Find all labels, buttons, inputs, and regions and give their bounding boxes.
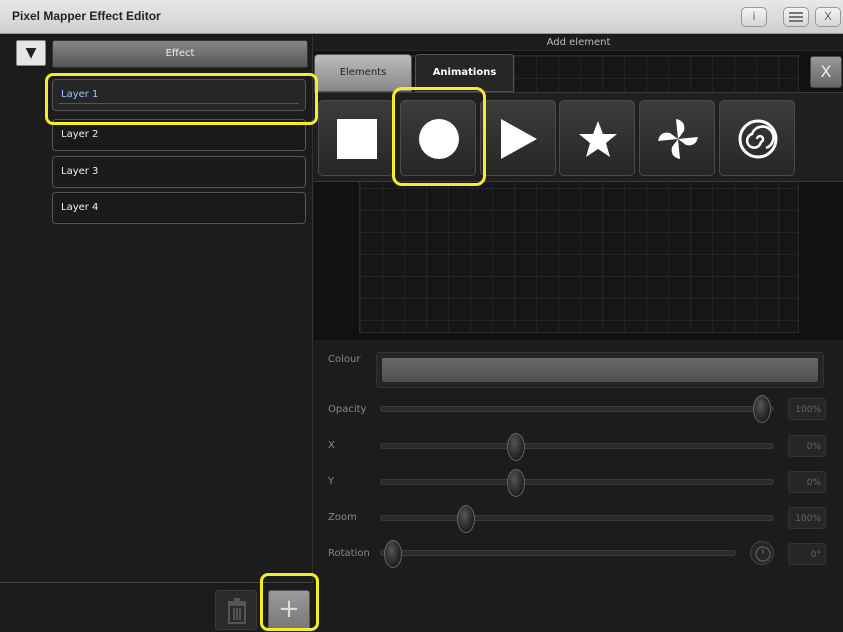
divider xyxy=(59,103,299,104)
square-icon xyxy=(337,119,377,159)
plus-icon: + xyxy=(278,594,300,624)
spiral-shape-button[interactable] xyxy=(719,100,795,176)
rotation-slider[interactable] xyxy=(380,550,736,556)
zoom-slider[interactable] xyxy=(380,515,774,521)
window-title: Pixel Mapper Effect Editor xyxy=(12,9,161,23)
zoom-slider-handle[interactable] xyxy=(457,505,475,533)
star-icon xyxy=(579,121,617,157)
triangle-icon xyxy=(501,119,537,159)
y-label: Y xyxy=(328,476,335,487)
layer-label: Layer 2 xyxy=(61,129,99,140)
spiral-icon xyxy=(738,119,778,159)
tab-elements[interactable]: Elements xyxy=(314,54,412,92)
layer-item-3[interactable]: Layer 3 xyxy=(52,156,306,188)
info-button[interactable]: i xyxy=(741,7,767,27)
square-shape-button[interactable] xyxy=(318,100,394,176)
layer-label: Layer 3 xyxy=(61,166,99,177)
opacity-label: Opacity xyxy=(328,404,367,415)
menu-icon xyxy=(789,12,803,22)
add-element-header: Add element xyxy=(314,35,843,51)
pinwheel-shape-button[interactable] xyxy=(639,100,715,176)
x-label: X xyxy=(328,440,335,451)
effect-tab[interactable]: Effect xyxy=(52,40,308,68)
opacity-value[interactable]: 100% xyxy=(788,398,826,420)
trash-icon xyxy=(228,598,246,624)
layer-item-4[interactable]: Layer 4 xyxy=(52,192,306,224)
layer-item-1[interactable]: Layer 1 xyxy=(52,79,306,111)
collapse-button[interactable]: ▼ xyxy=(16,40,46,66)
tab-animations[interactable]: Animations xyxy=(415,54,514,92)
menu-button[interactable] xyxy=(783,7,809,27)
triangle-down-icon: ▼ xyxy=(25,45,37,61)
colour-swatch xyxy=(382,358,818,382)
layer-toolbar: + xyxy=(0,582,313,632)
zoom-label: Zoom xyxy=(328,512,357,523)
circle-shape-button[interactable] xyxy=(400,100,476,176)
rotation-value[interactable]: 0° xyxy=(788,543,826,565)
window-close-button[interactable]: X xyxy=(815,7,841,27)
layer-panel: ▼ Effect Layer 1 Layer 2 Layer 3 Layer 4… xyxy=(0,35,313,632)
opacity-slider-handle[interactable] xyxy=(753,395,771,423)
colour-label: Colour xyxy=(328,354,361,365)
opacity-slider[interactable] xyxy=(380,406,774,412)
layer-item-2[interactable]: Layer 2 xyxy=(52,119,306,151)
rotation-label: Rotation xyxy=(328,548,370,559)
star-shape-button[interactable] xyxy=(559,100,635,176)
close-add-element-button[interactable]: X xyxy=(810,56,842,88)
y-slider[interactable] xyxy=(380,479,774,485)
zoom-value[interactable]: 100% xyxy=(788,507,826,529)
layer-label: Layer 1 xyxy=(61,89,99,100)
add-layer-button[interactable]: + xyxy=(268,590,310,630)
y-value[interactable]: 0% xyxy=(788,471,826,493)
x-slider-handle[interactable] xyxy=(507,433,525,461)
triangle-shape-button[interactable] xyxy=(480,100,556,176)
layer-label: Layer 4 xyxy=(61,202,99,213)
colour-field[interactable] xyxy=(376,352,824,388)
x-slider[interactable] xyxy=(380,443,774,449)
properties-panel: Colour Opacity 100% X 0% Y 0% Zoom 100% … xyxy=(314,340,843,632)
rotation-slider-handle[interactable] xyxy=(384,540,402,568)
y-slider-handle[interactable] xyxy=(507,469,525,497)
delete-layer-button[interactable] xyxy=(215,590,257,630)
title-bar: Pixel Mapper Effect Editor i X xyxy=(0,0,843,34)
circle-icon xyxy=(419,119,459,159)
pinwheel-icon xyxy=(658,119,698,159)
x-value[interactable]: 0% xyxy=(788,435,826,457)
clock-icon xyxy=(755,546,771,562)
shape-palette xyxy=(314,92,843,182)
element-editor: Add element Elements Animations X Colour… xyxy=(314,35,843,632)
rotation-reset-button[interactable] xyxy=(750,541,774,565)
